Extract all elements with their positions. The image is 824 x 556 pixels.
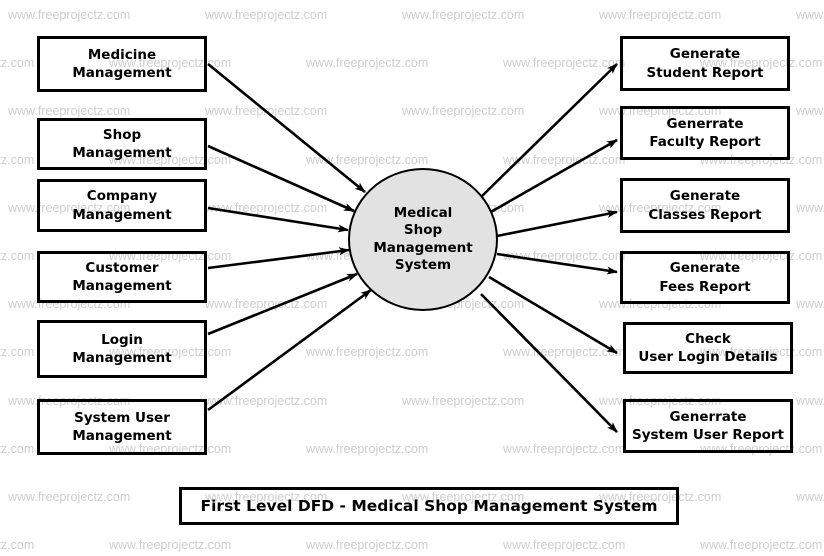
diagram-title: First Level DFD - Medical Shop Managemen…	[200, 497, 658, 515]
entity-generrate-faculty-report[interactable]: Generrate Faculty Report	[620, 106, 790, 160]
entity-label-line2: System User Report	[631, 427, 785, 443]
entity-label-line2: Management	[72, 350, 172, 366]
watermark-text: www.freeprojectz.com	[796, 8, 824, 22]
flow-process-to-generate-student-report	[481, 63, 618, 197]
watermark-text: www.freeprojectz.com	[205, 297, 328, 312]
watermark-text: www.freeprojectz.com	[205, 104, 328, 119]
entity-generate-student-report[interactable]: Generate Student Report	[620, 36, 790, 91]
entity-label-line2: Fees Report	[659, 278, 751, 295]
flow-process-to-generrate-system-user-report	[480, 293, 618, 433]
entity-generate-classes-report[interactable]: Generate Classes Report	[620, 178, 790, 233]
watermark-text: www.freeprojectz.com	[0, 249, 35, 263]
entity-label-line1: Shop	[102, 126, 142, 143]
watermark-text: www.freeprojectz.com	[306, 56, 429, 71]
watermark-text: www.freeprojectz.com	[0, 441, 35, 456]
dfd-diagram-canvas: www.freeprojectz.com www.freeprojectz.com…	[0, 0, 824, 556]
watermark-text: www.freeprojectz.com	[8, 104, 131, 119]
entity-generrate-system-user-report[interactable]: Generrate System User Report	[623, 399, 793, 453]
entity-generate-fees-report[interactable]: Generate Fees Report	[620, 251, 790, 304]
entity-label-line1: Company	[86, 188, 158, 205]
watermark-text: www.freeprojectz.com	[503, 345, 626, 360]
entity-system-user-management[interactable]: System User Management	[37, 399, 207, 455]
watermark-text: www.freeprojectz.com	[306, 345, 429, 360]
watermark-text: www.freeprojectz.com	[0, 56, 35, 71]
entity-label-line1: Check	[685, 330, 731, 347]
entity-check-user-login-details[interactable]: Check User Login Details	[623, 322, 793, 374]
watermark-text: www.freeprojectz.com	[503, 441, 626, 456]
watermark-text: www.freeprojectz.com	[0, 538, 35, 553]
watermark-text: www.freeprojectz.com	[796, 200, 824, 215]
flow-process-to-generrate-faculty-report	[488, 138, 618, 215]
entity-company-management[interactable]: Company Management	[37, 179, 207, 232]
entity-label-line2: Management	[72, 428, 172, 444]
watermark-text: www.freeprojectz.com	[402, 393, 525, 408]
entity-label-line1: Login	[101, 331, 143, 348]
watermark-text: www.freeprojectz.com	[0, 152, 35, 167]
watermark-text: www.freeprojectz.com	[796, 297, 824, 312]
process-label-line4: System	[394, 256, 452, 273]
entity-label-line1: Generrate	[666, 115, 744, 132]
entity-label-line1: Generate	[669, 188, 741, 205]
entity-label-line1: Generate	[669, 46, 741, 63]
process-label-line1: Medical	[393, 204, 453, 221]
watermark-text: www.freeprojectz.com	[503, 56, 626, 71]
watermark-text: www.freeprojectz.com	[306, 441, 429, 456]
watermark-text: www.freeprojectz.com	[8, 490, 131, 504]
watermark-text: www.freeprojectz.com	[402, 8, 525, 22]
entity-login-management[interactable]: Login Management	[37, 320, 207, 378]
entity-shop-management[interactable]: Shop Management	[37, 118, 207, 170]
watermark-text: www.freeprojectz.com	[205, 200, 328, 215]
watermark-text: www.freeprojectz.com	[306, 152, 429, 167]
flow-process-to-generate-classes-report	[496, 210, 618, 238]
watermark-text: www.freeprojectz.com	[205, 8, 328, 22]
entity-customer-management[interactable]: Customer Management	[37, 251, 207, 303]
process-label-line2: Shop	[403, 222, 443, 239]
flow-company-management-to-process	[207, 206, 349, 233]
entity-label-line2: User Login Details	[638, 349, 778, 365]
flow-customer-management-to-process	[207, 247, 350, 270]
watermark-text: www.freeprojectz.com	[503, 538, 626, 553]
watermark-text: www.freeprojectz.com	[402, 104, 525, 119]
watermark-text: www.freeprojectz.com	[205, 393, 328, 408]
watermark-text: www.freeprojectz.com	[796, 104, 824, 119]
watermark-text: www.freeprojectz.com	[306, 538, 429, 553]
process-medical-shop-management-system[interactable]: Medical Shop Management System	[348, 168, 498, 311]
diagram-title-box: First Level DFD - Medical Shop Managemen…	[179, 487, 679, 525]
flow-shop-management-to-process	[207, 144, 355, 213]
entity-label-line2: Management	[72, 65, 172, 81]
entity-label-line1: Medicine	[87, 46, 157, 63]
entity-label-line1: Customer	[85, 259, 159, 276]
flow-process-to-check-user-login-details	[488, 275, 618, 355]
watermark-text: www.freeprojectz.com	[796, 490, 824, 504]
entity-label-line2: Faculty Report	[649, 134, 761, 150]
entity-label-line2: Management	[72, 278, 172, 294]
watermark-text: www.freeprojectz.com	[599, 8, 722, 22]
flow-login-management-to-process	[207, 272, 358, 336]
watermark-text: www.freeprojectz.com	[700, 538, 823, 553]
entity-label-line2: Management	[72, 145, 172, 161]
flow-process-to-generate-fees-report	[496, 252, 618, 275]
entity-label-line1: System User	[74, 409, 170, 426]
watermark-text: www.freeprojectz.com	[796, 393, 824, 408]
watermark-text: www.freeprojectz.com	[503, 249, 626, 263]
watermark-text: www.freeprojectz.com	[0, 345, 35, 360]
entity-label-line1: Generate	[669, 260, 741, 277]
entity-label-line2: Management	[72, 206, 172, 223]
watermark-text: www.freeprojectz.com	[8, 8, 131, 22]
watermark-text: www.freeprojectz.com	[109, 538, 232, 553]
watermark-text: www.freeprojectz.com	[503, 152, 626, 167]
entity-label-line2: Classes Report	[648, 206, 762, 223]
entity-medicine-management[interactable]: Medicine Management	[37, 36, 207, 92]
flow-medicine-management-to-process	[207, 62, 366, 194]
entity-label-line1: Generrate	[669, 408, 747, 425]
process-label-line3: Management	[373, 239, 473, 256]
entity-label-line2: Student Report	[646, 64, 764, 81]
flow-system-user-management-to-process	[207, 288, 372, 412]
